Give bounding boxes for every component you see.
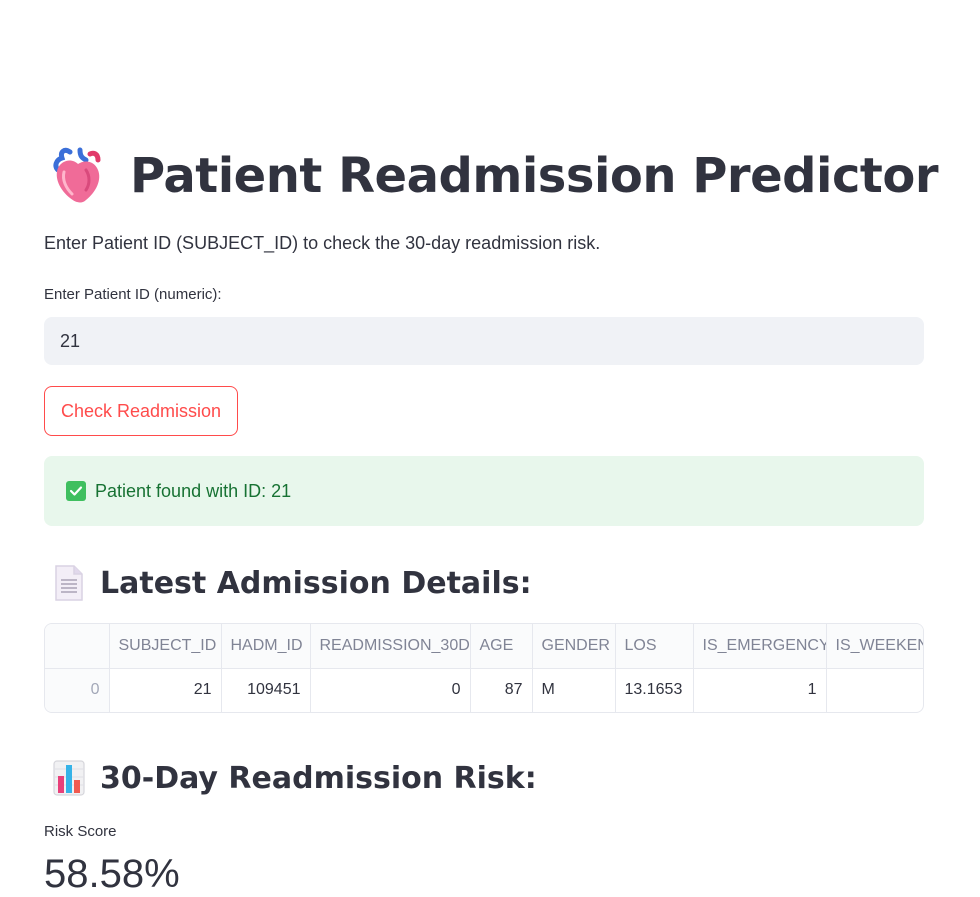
column-header-is-emergency[interactable]: IS_EMERGENCY <box>693 624 827 669</box>
readmission-30d-cell: 0 <box>310 668 471 712</box>
gender-cell: M <box>532 668 616 712</box>
column-header-gender[interactable]: GENDER <box>532 624 616 669</box>
page-title: Patient Readmission Predictor <box>130 148 939 204</box>
los-cell: 13.1653 <box>615 668 694 712</box>
column-header-age[interactable]: AGE <box>470 624 533 669</box>
is-weekend-cell <box>826 668 923 712</box>
risk-section-title: 30-Day Readmission Risk: <box>100 760 537 796</box>
admission-section-header: Latest Admission Details: <box>52 561 532 605</box>
column-header-hadm-id[interactable]: HADM_ID <box>221 624 311 669</box>
check-mark-button-icon <box>66 481 86 501</box>
column-header-is-weekend[interactable]: IS_WEEKEND <box>826 624 923 669</box>
intro-text: Enter Patient ID (SUBJECT_ID) to check t… <box>44 233 601 253</box>
column-header-subject-id[interactable]: SUBJECT_ID <box>109 624 222 669</box>
table-row: 0 21 109451 0 87 M 13.1653 1 <box>45 668 923 712</box>
patient-id-label: Enter Patient ID (numeric): <box>44 286 222 303</box>
row-index-cell: 0 <box>45 668 110 712</box>
anatomical-heart-icon <box>53 147 101 203</box>
is-emergency-cell: 1 <box>693 668 827 712</box>
risk-score-label: Risk Score <box>44 823 117 840</box>
success-alert: Patient found with ID: 21 <box>44 456 924 526</box>
column-header-index <box>45 624 110 669</box>
admission-table[interactable]: SUBJECT_ID HADM_ID READMISSION_30D AGE G… <box>44 623 924 713</box>
risk-section-header: 30-Day Readmission Risk: <box>52 756 537 800</box>
check-readmission-button[interactable]: Check Readmission <box>44 386 238 436</box>
age-cell: 87 <box>470 668 533 712</box>
column-header-los[interactable]: LOS <box>615 624 694 669</box>
admission-section-title: Latest Admission Details: <box>100 565 532 601</box>
hadm-id-cell: 109451 <box>221 668 311 712</box>
patient-id-input[interactable] <box>44 317 924 365</box>
column-header-readmission-30d[interactable]: READMISSION_30D <box>310 624 471 669</box>
bar-chart-icon <box>53 760 85 796</box>
main-content: Patient Readmission Predictor Enter Pati… <box>44 0 939 896</box>
page-header: Patient Readmission Predictor <box>50 144 939 208</box>
subject-id-cell: 21 <box>109 668 222 712</box>
success-alert-text: Patient found with ID: 21 <box>95 480 292 501</box>
risk-score-value: 58.58% <box>44 852 180 896</box>
page-facing-up-icon <box>55 565 83 601</box>
table-header-row: SUBJECT_ID HADM_ID READMISSION_30D AGE G… <box>45 624 923 669</box>
